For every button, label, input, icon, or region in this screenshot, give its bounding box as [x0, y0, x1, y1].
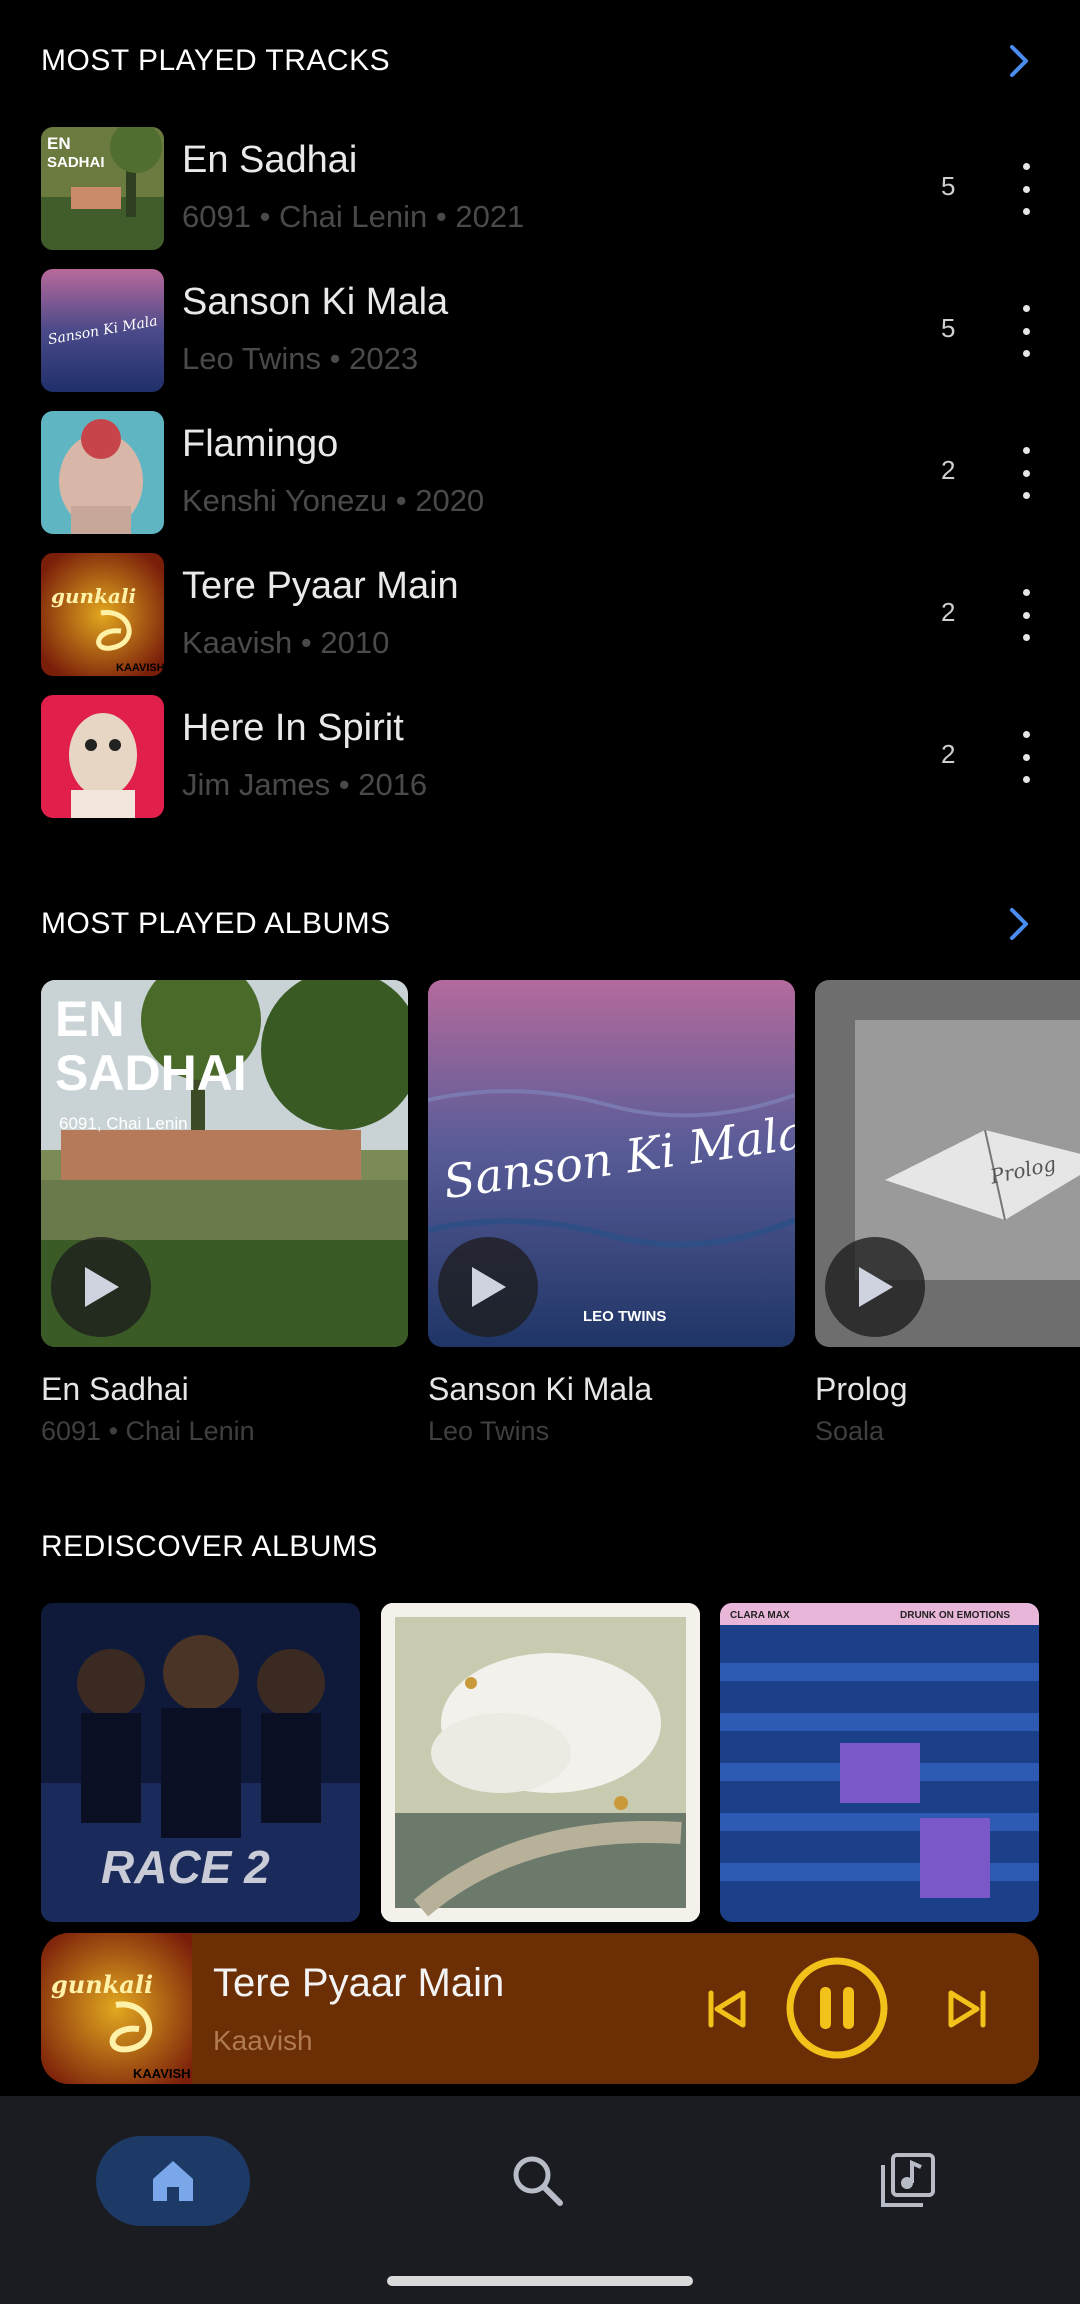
skip-previous-button[interactable] [691, 1973, 763, 2045]
album-subtitle: Leo Twins [428, 1416, 550, 1446]
svg-text:DRUNK ON EMOTIONS: DRUNK ON EMOTIONS [900, 1610, 1010, 1621]
track-row[interactable]: Flamingo Kenshi Yonezu • 2020 2 [41, 411, 1039, 534]
play-button[interactable] [825, 1237, 925, 1337]
rediscover-album[interactable] [381, 1603, 700, 1922]
more-options-icon[interactable] [1006, 725, 1046, 789]
album-subtitle: 6091 • Chai Lenin [41, 1416, 255, 1446]
rediscover-section-header: REDISCOVER ALBUMS [41, 1517, 1039, 1577]
play-count: 2 [941, 455, 956, 485]
track-artwork [41, 695, 164, 818]
track-title: Sanson Ki Mala [182, 281, 449, 323]
pause-button[interactable] [784, 1955, 890, 2061]
chevron-right-icon[interactable] [999, 41, 1039, 81]
now-playing-artist: Kaavish [213, 2025, 313, 2056]
album-art-caption: LEO TWINS [583, 1308, 667, 1325]
play-icon [472, 1267, 506, 1307]
track-subtitle: Kaavish • 2010 [182, 625, 390, 660]
album-subtitle: Soala [815, 1416, 885, 1446]
album-artwork: Prolog [815, 980, 1080, 1347]
svg-text:KAAVISH: KAAVISH [116, 662, 164, 674]
svg-text:gunkali: gunkali [51, 584, 136, 608]
track-subtitle: Kenshi Yonezu • 2020 [182, 483, 485, 518]
rediscover-album[interactable]: RACE 2 [41, 1603, 360, 1922]
rediscover-album[interactable]: CLARA MAX DRUNK ON EMOTIONS [720, 1603, 1039, 1922]
track-artwork [41, 411, 164, 534]
album-card[interactable]: Prolog Prolog Soala [815, 980, 1080, 1447]
chevron-right-icon[interactable] [999, 904, 1039, 944]
track-title: En Sadhai [182, 139, 358, 181]
album-title: En Sadhai [41, 1371, 189, 1407]
nav-search[interactable] [493, 2136, 583, 2226]
album-artwork: Sanson Ki Mala LEO TWINS [428, 980, 795, 1347]
play-count: 5 [941, 313, 956, 343]
tracks-section-header: MOST PLAYED TRACKS [41, 31, 1039, 91]
nav-library[interactable] [862, 2136, 952, 2226]
svg-text:SADHAI: SADHAI [47, 154, 105, 171]
mini-player[interactable]: gunkali KAAVISH Tere Pyaar Main Kaavish [41, 1933, 1039, 2084]
album-art-title: EN SADHAI [55, 991, 247, 1101]
track-row[interactable]: EN SADHAI En Sadhai 6091 • Chai Lenin • … [41, 127, 1039, 250]
track-artwork: Sanson Ki Mala [41, 269, 164, 392]
skip-next-button[interactable] [931, 1973, 1003, 2045]
play-icon [859, 1267, 893, 1307]
album-title: Prolog [815, 1371, 908, 1407]
more-options-icon[interactable] [1006, 299, 1046, 363]
play-icon [85, 1267, 119, 1307]
track-subtitle: 6091 • Chai Lenin • 2021 [182, 199, 525, 234]
nav-home[interactable] [96, 2136, 250, 2226]
library-icon [881, 2153, 935, 2207]
track-title: Tere Pyaar Main [182, 565, 459, 607]
play-button[interactable] [438, 1237, 538, 1337]
track-title: Flamingo [182, 423, 339, 465]
search-icon [513, 2156, 563, 2206]
skip-previous-icon [708, 1990, 746, 2028]
bottom-navigation [0, 2096, 1080, 2304]
track-title: Here In Spirit [182, 707, 404, 749]
home-indicator[interactable] [387, 2276, 693, 2286]
album-card[interactable]: EN SADHAI 6091, Chai Lenin En Sadhai 609… [41, 980, 408, 1447]
skip-next-icon [948, 1990, 986, 2028]
more-options-icon[interactable] [1006, 441, 1046, 505]
play-button[interactable] [51, 1237, 151, 1337]
svg-text:CLARA MAX: CLARA MAX [730, 1610, 790, 1621]
svg-text:gunkali: gunkali [51, 1970, 153, 1999]
now-playing-artwork: gunkali KAAVISH [41, 1933, 192, 2084]
track-row[interactable]: Here In Spirit Jim James • 2016 2 [41, 695, 1039, 818]
svg-text:KAAVISH: KAAVISH [133, 2066, 191, 2081]
play-count: 2 [941, 597, 956, 627]
more-options-icon[interactable] [1006, 157, 1046, 221]
track-subtitle: Leo Twins • 2023 [182, 341, 419, 376]
now-playing-title: Tere Pyaar Main [213, 1961, 505, 2005]
album-artwork: EN SADHAI 6091, Chai Lenin [41, 980, 408, 1347]
album-title: Sanson Ki Mala [428, 1371, 653, 1407]
album-card[interactable]: Sanson Ki Mala LEO TWINS Sanson Ki Mala … [428, 980, 795, 1447]
track-artwork: gunkali KAAVISH [41, 553, 164, 676]
play-count: 2 [941, 739, 956, 769]
svg-text:EN: EN [47, 134, 71, 153]
pause-icon [786, 1957, 888, 2059]
more-options-icon[interactable] [1006, 583, 1046, 647]
track-row[interactable]: Sanson Ki Mala Sanson Ki Mala Leo Twins … [41, 269, 1039, 392]
albums-section-title: MOST PLAYED ALBUMS [41, 907, 391, 940]
track-artwork: EN SADHAI [41, 127, 164, 250]
albums-section-header: MOST PLAYED ALBUMS [41, 894, 1039, 954]
play-count: 5 [941, 171, 956, 201]
svg-text:RACE 2: RACE 2 [101, 1841, 270, 1893]
tracks-section-title: MOST PLAYED TRACKS [41, 44, 391, 77]
rediscover-section-title: REDISCOVER ALBUMS [41, 1530, 378, 1563]
track-row[interactable]: gunkali KAAVISH Tere Pyaar Main Kaavish … [41, 553, 1039, 676]
album-art-caption: 6091, Chai Lenin [59, 1114, 188, 1133]
home-icon [153, 2161, 193, 2201]
track-subtitle: Jim James • 2016 [182, 767, 428, 802]
